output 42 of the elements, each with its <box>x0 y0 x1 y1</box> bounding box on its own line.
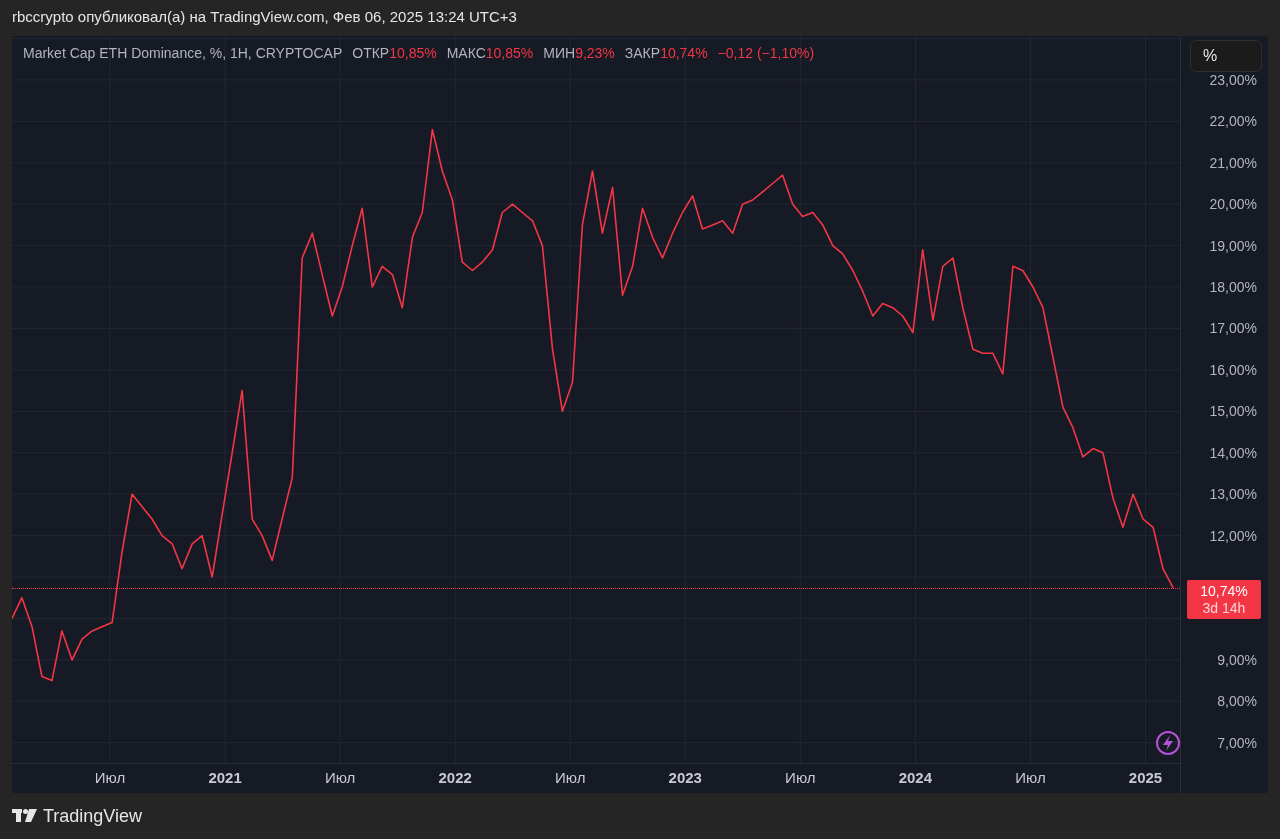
axis-label: 7,00% <box>1217 734 1257 751</box>
axis-label: 8,00% <box>1217 693 1257 710</box>
axis-label: Июл <box>555 769 586 786</box>
brand-name: TradingView <box>43 805 143 827</box>
axis-label: Июл <box>1015 769 1046 786</box>
axis-label: 2021 <box>208 769 242 786</box>
axis-label: Июл <box>785 769 816 786</box>
axis-label: 21,00% <box>1209 154 1257 171</box>
stat-label: ЗАКР <box>624 45 661 61</box>
axis-label: 13,00% <box>1209 486 1257 503</box>
axis-label: 12,00% <box>1209 527 1257 544</box>
stat-value: 10,85% <box>389 45 437 61</box>
publication-info: rbccrypto опубликовал(а) на TradingView.com, Фев 06, 2025 13:24 UTC+3 <box>12 8 517 25</box>
scale-button[interactable]: % <box>1190 40 1262 72</box>
axis-label: 16,00% <box>1209 361 1257 378</box>
axis-label: 18,00% <box>1209 279 1257 296</box>
last-price: 10,74% <box>1200 582 1248 600</box>
stat-label: МИН <box>543 45 576 61</box>
stat-value: 9,23% <box>575 45 615 61</box>
symbol-title: Market Cap ETH Dominance, %, 1H, CRYPTOCAP <box>23 45 343 61</box>
axis-label: 22,00% <box>1209 113 1257 130</box>
lightning-icon[interactable] <box>1156 731 1180 755</box>
axis-label: 2024 <box>898 769 933 786</box>
axis-label: 17,00% <box>1209 320 1257 337</box>
axis-label: 19,00% <box>1209 237 1257 254</box>
price-change: −0,12 (−1,10%) <box>717 45 815 61</box>
stat-value: 10,74% <box>660 45 708 61</box>
axis-label: 23,00% <box>1209 71 1257 88</box>
bar-countdown: 3d 14h <box>1202 599 1246 617</box>
stat-value: 10,85% <box>485 45 534 61</box>
axis-label: 20,00% <box>1209 196 1257 213</box>
logo-icon <box>12 809 37 823</box>
axis-label: 2023 <box>668 769 702 786</box>
axis-label: 2022 <box>438 769 472 786</box>
stat-label: МАКС <box>446 45 486 61</box>
axis-label: 9,00% <box>1217 651 1257 668</box>
axis-label: 2025 <box>1128 769 1163 786</box>
axis-label: Июл <box>94 769 126 786</box>
stat-label: ОТКР <box>352 45 390 61</box>
axis-label: 14,00% <box>1209 444 1257 461</box>
axis-label: Июл <box>324 769 356 786</box>
axis-label: 15,00% <box>1209 403 1257 420</box>
